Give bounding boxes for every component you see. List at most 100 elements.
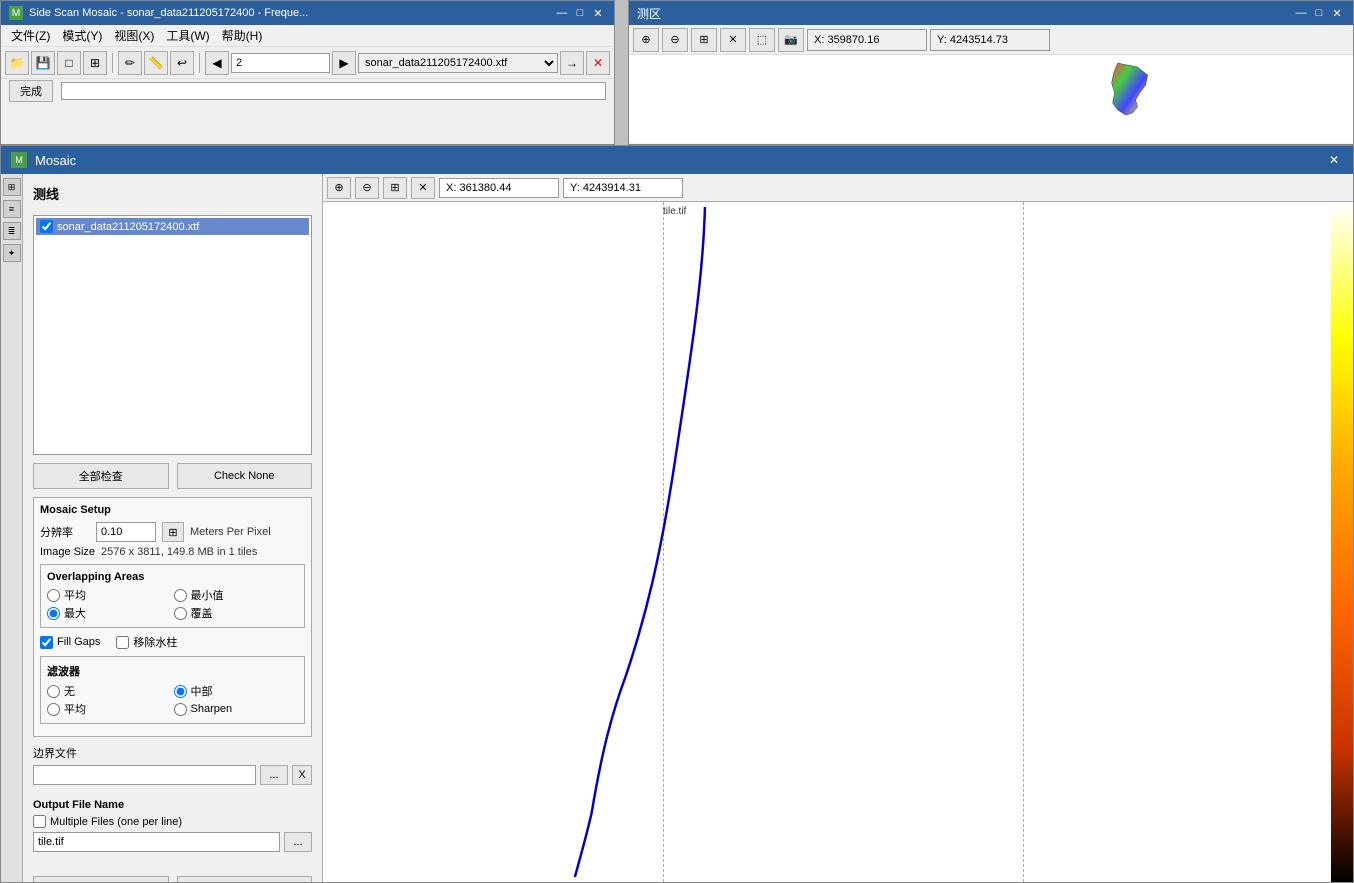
fill-gaps-label: Fill Gaps	[57, 636, 100, 648]
check-none-btn[interactable]: Check None	[177, 463, 313, 489]
panel-section-title: 测线	[33, 184, 312, 203]
filter-center-input[interactable]	[174, 685, 187, 698]
fill-gaps-checkbox[interactable]	[40, 636, 53, 649]
pencil-btn[interactable]: ✏	[118, 51, 142, 75]
canvas-coord-x: X: 361380.44	[439, 178, 559, 198]
menu-file[interactable]: 文件(Z)	[5, 25, 56, 46]
add-batch-btn[interactable]: Add to Batch File...	[33, 876, 169, 882]
msr-camera-btn[interactable]: 📷	[778, 28, 804, 52]
multiple-files-label: Multiple Files (one per line)	[50, 816, 182, 828]
left-icon-1[interactable]: ⊞	[3, 178, 21, 196]
radio-cover-label: 覆盖	[191, 605, 213, 621]
radio-avg-input[interactable]	[47, 589, 60, 602]
mosaic-close-btn[interactable]: ✕	[1325, 152, 1343, 168]
mosaic-title-bar: M Mosaic ✕	[1, 146, 1353, 174]
canvas-view[interactable]: tile.tif	[323, 202, 1353, 882]
menu-mode[interactable]: 模式(Y)	[56, 25, 108, 46]
survey-checkbox[interactable]	[40, 220, 53, 233]
nav-prev-btn[interactable]: ◀	[205, 51, 229, 75]
file-combo[interactable]: sonar_data211205172400.xtf	[358, 53, 558, 73]
measure-title: 测区	[637, 5, 1291, 22]
left-icon-3[interactable]: ≣	[3, 222, 21, 240]
ruler-btn[interactable]: 📏	[144, 51, 168, 75]
output-input-row: ...	[33, 832, 312, 852]
calc-btn[interactable]: ⊞	[162, 522, 184, 542]
radio-cover-input[interactable]	[174, 607, 187, 620]
msr-rect-btn[interactable]: ⬚	[749, 28, 775, 52]
check-all-btn[interactable]: 全部检查	[33, 463, 169, 489]
measure-minimize-btn[interactable]: —	[1293, 6, 1309, 20]
output-section: Output File Name Multiple Files (one per…	[33, 799, 312, 852]
undo-btn[interactable]: ↩	[170, 51, 194, 75]
msr-zoom-out-btn[interactable]: ⊖	[662, 28, 688, 52]
filter-avg: 平均	[47, 701, 172, 717]
mosaic-body: ⊞ ≡ ≣ ✦ 测线 sonar_data211205172400.xtf 全部…	[1, 174, 1353, 882]
measure-close-btn[interactable]: ✕	[1329, 6, 1345, 20]
grid-btn[interactable]: ⊞	[83, 51, 107, 75]
overlap-radio-grid: 平均 最小值 最大 覆盖	[47, 587, 298, 621]
top-title-bar: M Side Scan Mosaic - sonar_data211205172…	[1, 1, 614, 25]
multiple-files-checkbox[interactable]	[33, 815, 46, 828]
msr-zoom-in-btn[interactable]: ⊕	[633, 28, 659, 52]
top-close-btn[interactable]: ✕	[590, 6, 606, 20]
mosaic-app-icon: M	[11, 152, 27, 168]
close-file-btn[interactable]: ✕	[586, 51, 610, 75]
resolution-input[interactable]	[96, 522, 156, 542]
menu-help[interactable]: 帮助(H)	[216, 25, 269, 46]
boundary-browse-btn[interactable]: ...	[260, 765, 288, 785]
filter-avg-input[interactable]	[47, 703, 60, 716]
radio-avg-label: 平均	[64, 587, 86, 603]
radio-min: 最小值	[174, 587, 299, 603]
new-btn[interactable]: □	[57, 51, 81, 75]
top-menu-bar: 文件(Z) 模式(Y) 视图(X) 工具(W) 帮助(H)	[1, 25, 614, 47]
survey-item-label: sonar_data211205172400.xtf	[57, 221, 199, 233]
msr-zoom-fit-btn[interactable]: ⊞	[691, 28, 717, 52]
resolution-unit: Meters Per Pixel	[190, 526, 271, 538]
make-mosaic-btn[interactable]: Make Mosaic	[177, 876, 313, 882]
mosaic-setup-title: Mosaic Setup	[40, 504, 305, 516]
status-input[interactable]	[61, 82, 606, 100]
measure-coord-x: X: 359870.16	[807, 29, 927, 51]
save-btn[interactable]: 💾	[31, 51, 55, 75]
open-btn[interactable]: 📁	[5, 51, 29, 75]
radio-min-input[interactable]	[174, 589, 187, 602]
filter-group: 滤波器 无 中部 平均	[40, 656, 305, 724]
canvas-cross-btn[interactable]: ✕	[411, 177, 435, 199]
output-browse-btn[interactable]: ...	[284, 832, 312, 852]
boundary-input[interactable]	[33, 765, 256, 785]
top-status-bar: 完成	[1, 79, 614, 103]
menu-tools[interactable]: 工具(W)	[160, 25, 215, 46]
filter-sharpen-input[interactable]	[174, 703, 187, 716]
top-maximize-btn[interactable]: □	[572, 6, 588, 20]
output-title: Output File Name	[33, 799, 312, 811]
canvas-zoom-out-btn[interactable]: ⊖	[355, 177, 379, 199]
nav-arrow-btn[interactable]: →	[560, 51, 584, 75]
top-toolbar: 📁 💾 □ ⊞ ✏ 📏 ↩ ◀ ▶ sonar_data211205172400…	[1, 47, 614, 79]
canvas-zoom-in-btn[interactable]: ⊕	[327, 177, 351, 199]
top-minimize-btn[interactable]: —	[554, 6, 570, 20]
boundary-clear-btn[interactable]: X	[292, 765, 312, 785]
filter-none-input[interactable]	[47, 685, 60, 698]
radio-max-input[interactable]	[47, 607, 60, 620]
output-input[interactable]	[33, 832, 280, 852]
left-icon-4[interactable]: ✦	[3, 244, 21, 262]
done-btn[interactable]: 完成	[9, 80, 53, 102]
nav-num-input[interactable]	[231, 53, 330, 73]
nav-next-btn[interactable]: ▶	[332, 51, 356, 75]
measure-maximize-btn[interactable]: □	[1311, 6, 1327, 20]
remove-water-checkbox[interactable]	[116, 636, 129, 649]
left-icon-2[interactable]: ≡	[3, 200, 21, 218]
canvas-coord-y: Y: 4243914.31	[563, 178, 683, 198]
filter-none-label: 无	[64, 683, 75, 699]
boundary-label: 边界文件	[33, 745, 312, 761]
filter-none: 无	[47, 683, 172, 699]
measure-coord-y: Y: 4243514.73	[930, 29, 1050, 51]
filter-avg-label: 平均	[64, 701, 86, 717]
menu-view[interactable]: 视图(X)	[108, 25, 160, 46]
separator1	[112, 53, 113, 73]
canvas-toolbar: ⊕ ⊖ ⊞ ✕ X: 361380.44 Y: 4243914.31	[323, 174, 1353, 202]
msr-cross-btn[interactable]: ✕	[720, 28, 746, 52]
fill-gaps-row: Fill Gaps 移除水柱	[40, 634, 305, 650]
mosaic-setup-box: Mosaic Setup 分辨率 ⊞ Meters Per Pixel Imag…	[33, 497, 312, 737]
canvas-zoom-fit-btn[interactable]: ⊞	[383, 177, 407, 199]
